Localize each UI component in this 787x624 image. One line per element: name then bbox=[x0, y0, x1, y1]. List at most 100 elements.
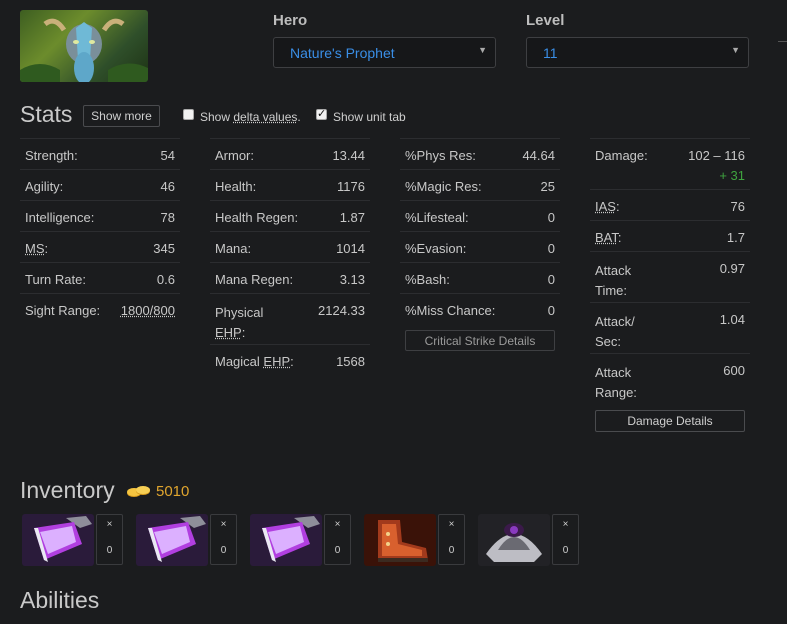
stat-value: 13.44 bbox=[332, 148, 365, 163]
label-line: Range: bbox=[595, 385, 637, 400]
colon: : bbox=[617, 230, 622, 245]
stat-label: Mana Regen: bbox=[215, 272, 294, 287]
item-charges: 0 bbox=[106, 545, 113, 556]
stats-column-3: %Phys Res: 44.64 %Magic Res: 25 %Lifesteal… bbox=[400, 138, 560, 324]
stat-label: IAS: bbox=[595, 199, 620, 214]
gold-amount: 5010 bbox=[156, 483, 190, 500]
stat-row-bat: BAT: 1.7 bbox=[590, 220, 750, 251]
item-slot-1[interactable] bbox=[22, 514, 94, 566]
stat-row-health: Health: 1176 bbox=[210, 169, 370, 200]
abilities-title: Abilities bbox=[20, 587, 100, 613]
colon: : bbox=[290, 354, 294, 369]
stat-label: Attack/Sec: bbox=[595, 312, 635, 352]
level-select[interactable]: 11 ▼ bbox=[526, 37, 749, 68]
level-select-value: 11 bbox=[543, 45, 558, 61]
stat-label: %Miss Chance: bbox=[405, 303, 496, 318]
damage-bonus: + 31 bbox=[719, 168, 745, 183]
inventory-title: Inventory bbox=[20, 477, 115, 503]
stat-label: Damage: bbox=[595, 148, 648, 163]
stat-row-mana: Mana: 1014 bbox=[210, 231, 370, 262]
delta-values-link[interactable]: delta values bbox=[233, 110, 297, 124]
stat-label: Armor: bbox=[215, 148, 254, 163]
stat-value: 0 bbox=[547, 210, 555, 225]
stat-value: 1568 bbox=[336, 354, 365, 369]
stat-label: Physical EHP: bbox=[215, 303, 263, 343]
stat-value: 345 bbox=[153, 241, 175, 256]
stat-value: 0 bbox=[547, 272, 555, 287]
colon: : bbox=[615, 199, 620, 214]
unit-tab-checkbox[interactable] bbox=[316, 107, 327, 120]
ms-abbr[interactable]: MS bbox=[25, 241, 45, 256]
stat-label: Intelligence: bbox=[25, 210, 95, 225]
item-slot-3[interactable] bbox=[250, 514, 322, 566]
item-charges: 0 bbox=[220, 545, 227, 556]
stat-value[interactable]: 1800/800 bbox=[121, 303, 175, 318]
close-icon[interactable]: × bbox=[211, 519, 236, 530]
stat-value: 1014 bbox=[336, 241, 365, 256]
stat-value: 1.87 bbox=[339, 210, 365, 225]
stat-label: %Evasion: bbox=[405, 241, 467, 256]
stat-label: Agility: bbox=[25, 179, 64, 194]
damage-range: 102 – 116 bbox=[688, 148, 745, 163]
bat-abbr[interactable]: BAT bbox=[595, 230, 618, 245]
divider bbox=[778, 41, 787, 42]
close-icon[interactable]: × bbox=[553, 519, 578, 530]
stat-row-ias: IAS: 76 bbox=[590, 189, 750, 220]
item-slot-3-info: × 0 bbox=[324, 514, 351, 565]
hero-select-value: Nature's Prophet bbox=[290, 45, 395, 61]
ias-abbr[interactable]: IAS bbox=[595, 199, 616, 214]
close-icon[interactable]: × bbox=[439, 519, 464, 530]
stat-row-attack-range: Attack Range: 600 bbox=[590, 353, 750, 404]
item-slot-4-info: × 0 bbox=[438, 514, 465, 565]
critical-strike-details-button[interactable]: Critical Strike Details bbox=[405, 330, 555, 351]
stat-value: 44.64 bbox=[522, 148, 555, 163]
ehp-abbr[interactable]: EHP bbox=[215, 325, 242, 340]
stats-column-4: Damage: 102 – 116 + 31 IAS: 76 BAT: 1.7 A… bbox=[590, 138, 750, 404]
stat-label: Attack Range: bbox=[595, 363, 637, 403]
gold-coins-icon bbox=[126, 484, 152, 498]
label-line: Sec: bbox=[595, 334, 622, 349]
stat-label: %Bash: bbox=[405, 272, 450, 287]
stat-row-sight-range: Sight Range: 1800/800 bbox=[20, 293, 180, 324]
stat-row-strength: Strength: 54 bbox=[20, 138, 180, 169]
damage-details-button[interactable]: Damage Details bbox=[595, 410, 745, 432]
stat-label: Health: bbox=[215, 179, 257, 194]
delta-values-checkbox[interactable] bbox=[183, 109, 194, 120]
stat-value: 78 bbox=[160, 210, 175, 225]
hero-portrait bbox=[20, 10, 148, 82]
close-icon[interactable]: × bbox=[97, 519, 122, 530]
stat-label: Attack Time: bbox=[595, 261, 631, 301]
stat-row-agility: Agility: 46 bbox=[20, 169, 180, 200]
ehp-abbr[interactable]: EHP bbox=[263, 354, 290, 369]
stat-row-attack-time: Attack Time: 0.97 bbox=[590, 251, 750, 302]
unit-tab-label: Show unit tab bbox=[333, 110, 406, 124]
item-slot-2[interactable] bbox=[136, 514, 208, 566]
label-line: Attack/ bbox=[595, 314, 635, 329]
item-slot-4[interactable] bbox=[364, 514, 436, 566]
stat-value: 0 bbox=[547, 303, 555, 318]
stat-row-intelligence: Intelligence: 78 bbox=[20, 200, 180, 231]
hero-select[interactable]: Nature's Prophet ▼ bbox=[273, 37, 496, 68]
stat-label: Magical EHP: bbox=[215, 354, 294, 369]
skull-armor-icon bbox=[478, 514, 550, 566]
stat-value: 3.13 bbox=[339, 272, 365, 287]
close-icon[interactable]: × bbox=[325, 519, 350, 530]
stats-column-1: Strength: 54 Agility: 46 Intelligence: 78 M… bbox=[20, 138, 180, 324]
stat-value: 0.6 bbox=[156, 272, 175, 287]
show-more-button[interactable]: Show more bbox=[83, 105, 160, 127]
stat-label: MS: bbox=[25, 241, 48, 256]
delta-pre: Show bbox=[200, 110, 234, 124]
stat-value: 2124.33 bbox=[318, 303, 365, 318]
stat-row-health-regen: Health Regen: 1.87 bbox=[210, 200, 370, 231]
stat-value: 102 – 116 + 31 bbox=[688, 146, 745, 186]
item-slot-5[interactable] bbox=[478, 514, 550, 566]
item-charges: 0 bbox=[334, 545, 341, 556]
item-charges: 0 bbox=[448, 545, 455, 556]
label-line: Physical bbox=[215, 305, 264, 320]
label-line: Attack bbox=[595, 263, 632, 278]
boots-icon bbox=[364, 514, 436, 566]
stat-row-magic-res: %Magic Res: 25 bbox=[400, 169, 560, 200]
stat-row-damage: Damage: 102 – 116 + 31 bbox=[590, 138, 750, 189]
dagon-icon bbox=[250, 514, 322, 566]
stat-row-phys-res: %Phys Res: 44.64 bbox=[400, 138, 560, 169]
